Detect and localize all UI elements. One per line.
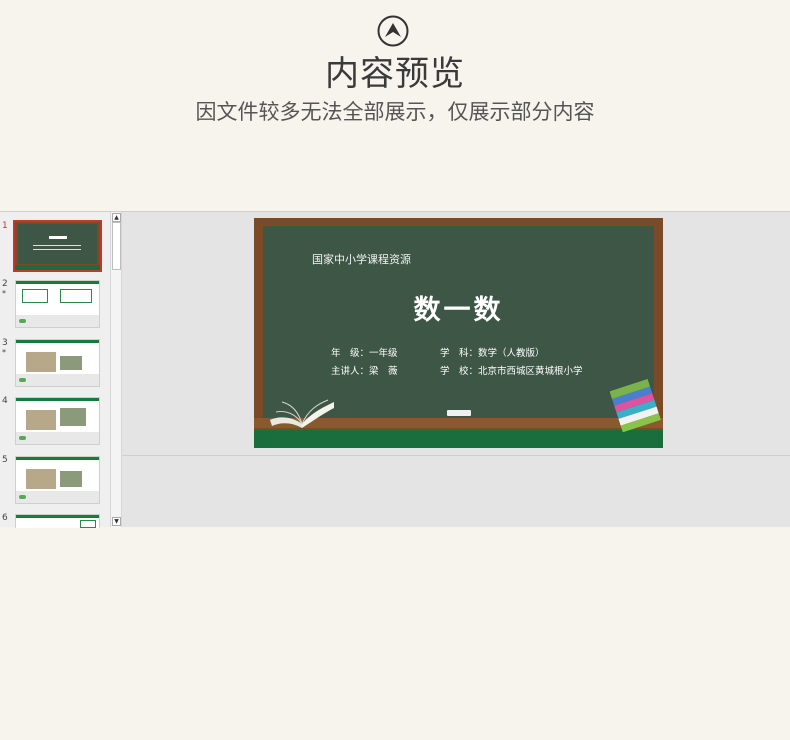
slide-teacher: 主讲人：梁 薇 [331, 366, 398, 377]
book-stack-icon [610, 378, 661, 433]
thumbnail-number: 5 [2, 455, 8, 465]
slide-thumbnail-1[interactable] [13, 220, 102, 272]
slide-school: 学 校：北京市西城区黄城根小学 [440, 366, 583, 377]
slide-grade: 年 级：一年级 [331, 348, 398, 359]
double-chevron-up-icon [377, 15, 409, 47]
slide-subject: 学 科：数学（人教版） [440, 348, 545, 359]
scroll-down-arrow-icon[interactable]: ▼ [112, 517, 121, 526]
thumbnail-number: 1 [2, 221, 8, 231]
page-title: 内容预览 [325, 54, 465, 94]
page-subtitle: 因文件较多无法全部展示，仅展示部分内容 [195, 100, 595, 124]
presentation-viewer: 1 2 * 3 * 4 5 6 ▲ ▼ 国家中小学课程资源 数一数 年 级：一年… [0, 211, 790, 528]
slide-thumbnail-5[interactable] [15, 456, 100, 504]
thumbnail-number: 6 [2, 513, 8, 523]
open-book-icon [270, 399, 334, 428]
slide-title: 数一数 [413, 295, 504, 326]
thumbnail-star: * [2, 348, 6, 357]
eraser-icon [447, 410, 471, 416]
slide-footer-band [254, 430, 663, 448]
scroll-thumb[interactable] [112, 222, 121, 270]
thumbnail-scrollbar[interactable]: ▲ ▼ [110, 212, 122, 527]
slide-thumbnail-2[interactable] [15, 280, 100, 328]
thumbnail-panel: 1 2 * 3 * 4 5 6 [0, 212, 110, 528]
thumbnail-star: * [2, 289, 6, 298]
scroll-up-arrow-icon[interactable]: ▲ [112, 213, 121, 222]
thumbnail-number: 2 [2, 279, 8, 289]
main-slide: 国家中小学课程资源 数一数 年 级：一年级 学 科：数学（人教版） 主讲人：梁 … [254, 218, 663, 448]
slide-thumbnail-3[interactable] [15, 339, 100, 387]
slide-school-label: 国家中小学课程资源 [312, 253, 411, 266]
thumbnail-number: 3 [2, 338, 8, 348]
thumbnail-number: 4 [2, 396, 8, 406]
slide-thumbnail-4[interactable] [15, 397, 100, 445]
viewer-divider [122, 455, 790, 456]
slide-thumbnail-6[interactable] [15, 514, 100, 528]
